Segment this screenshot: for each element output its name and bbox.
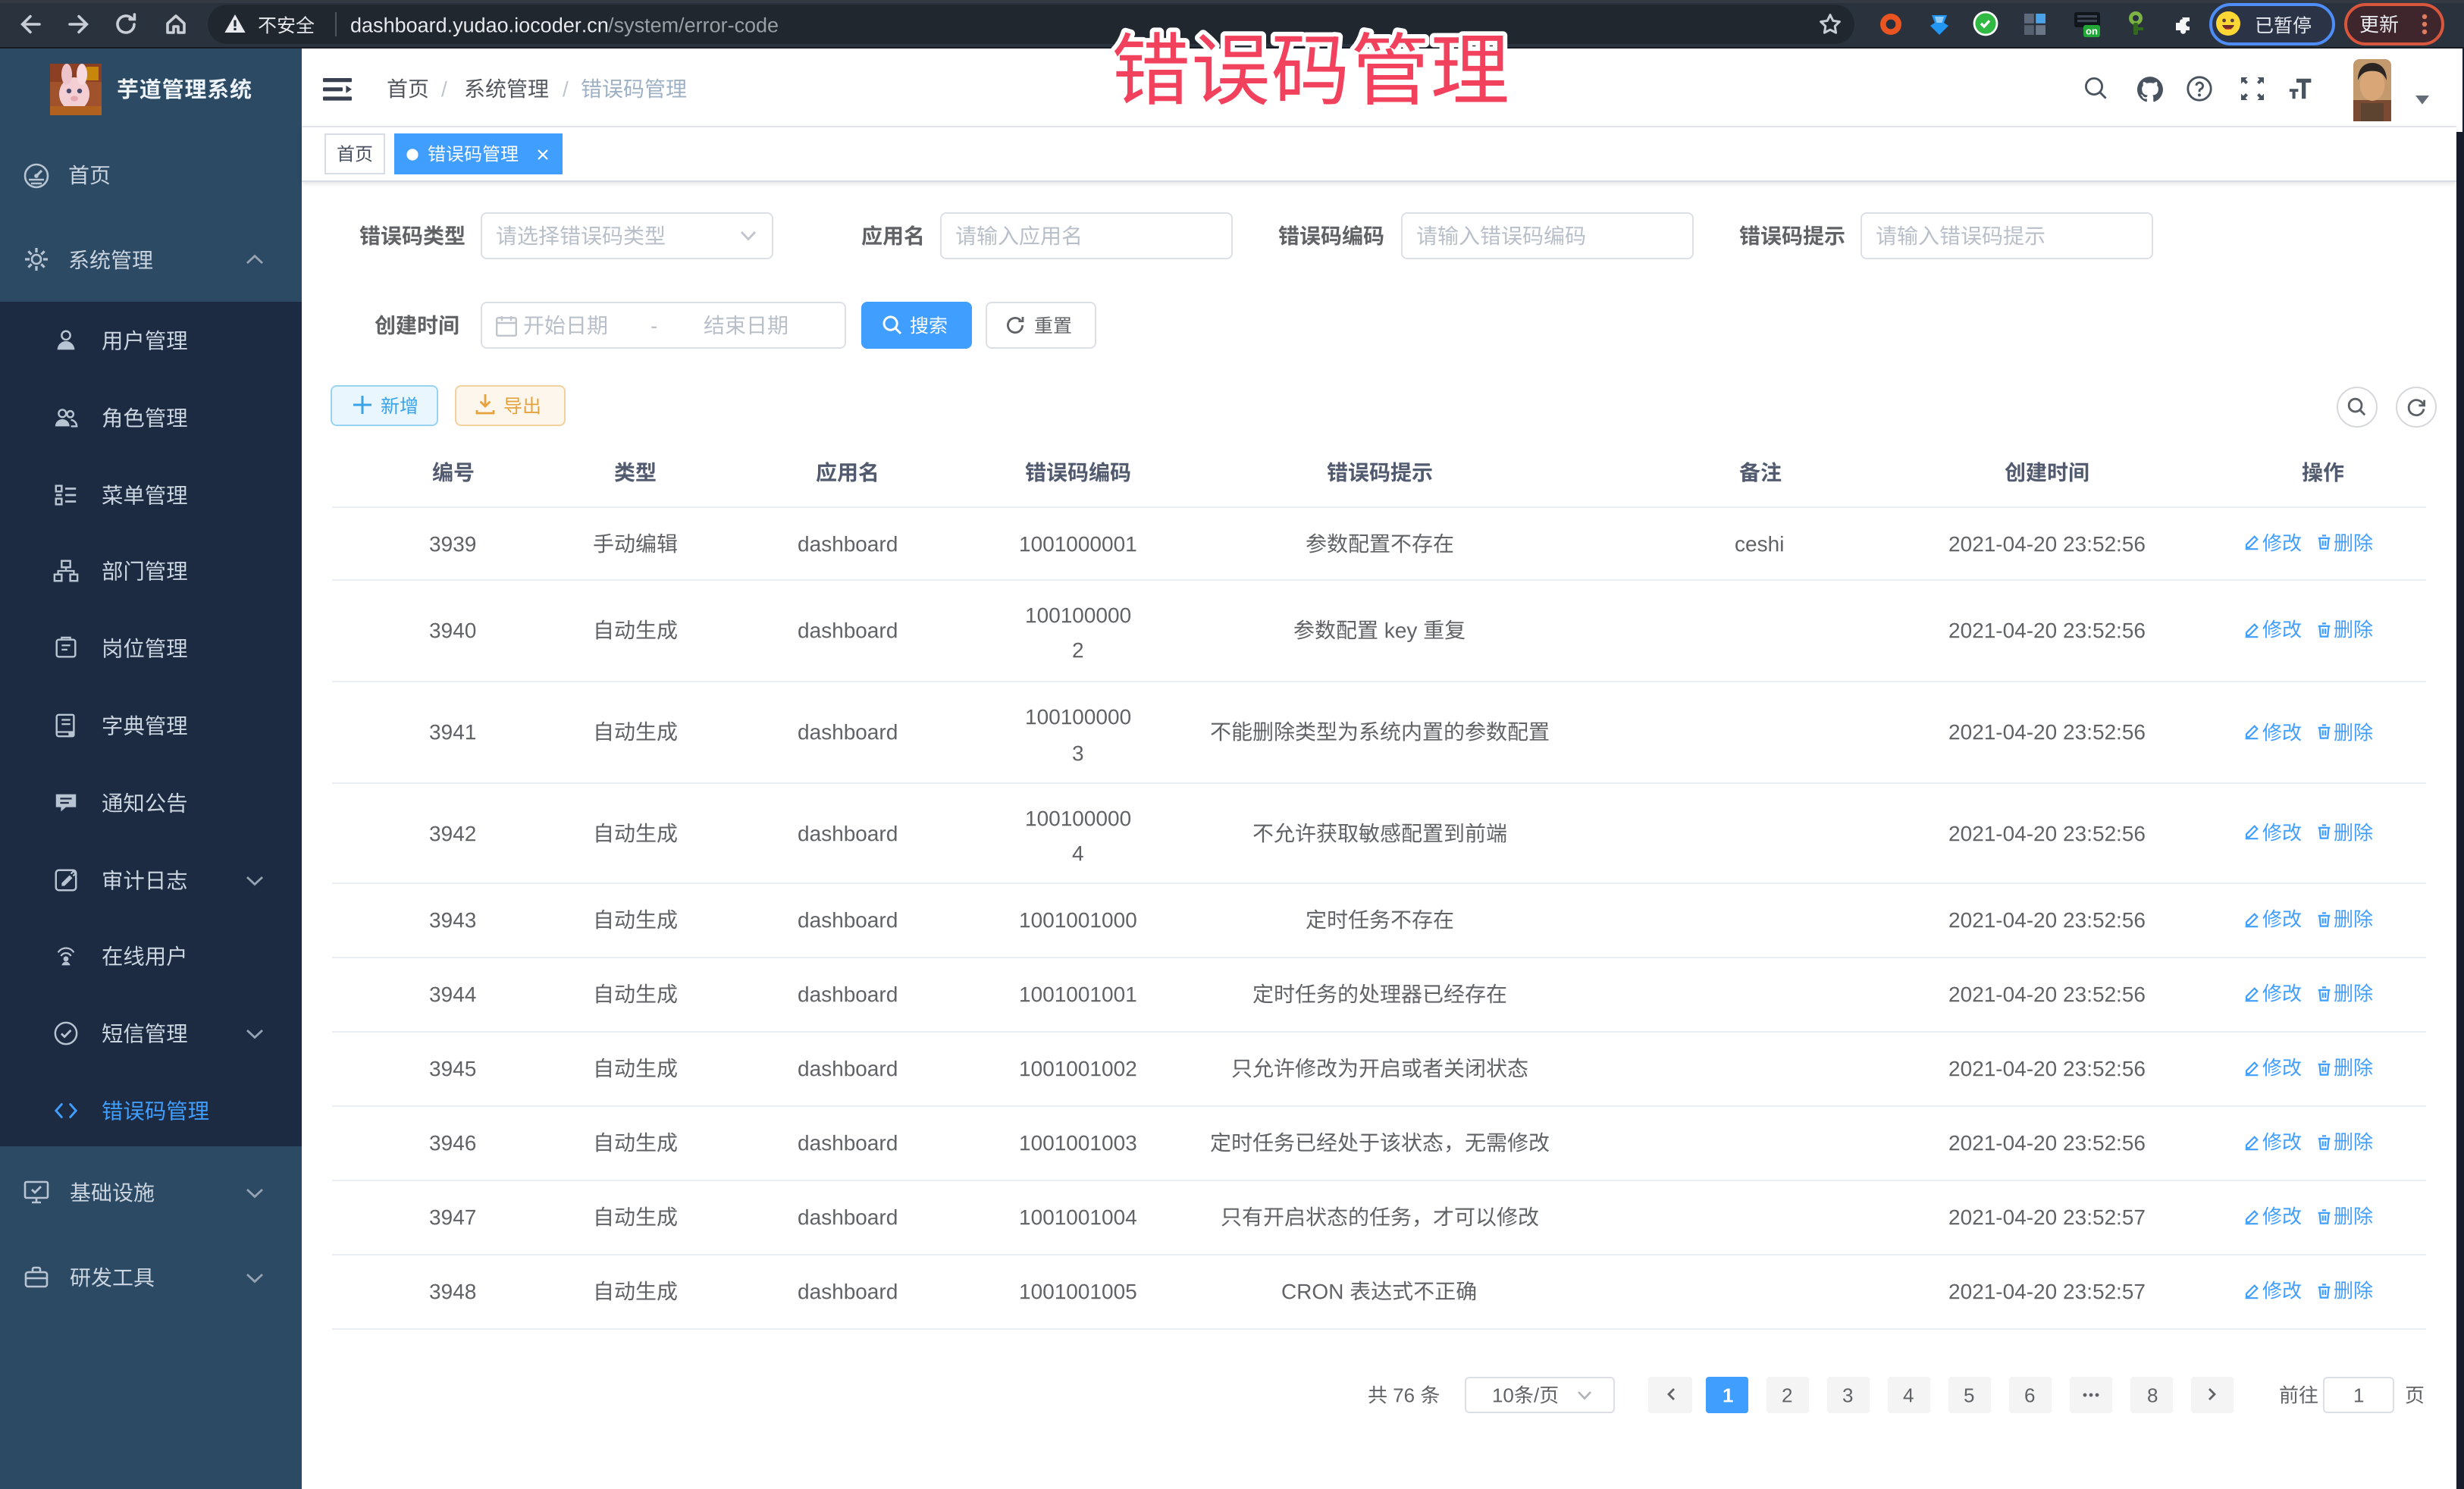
svg-text:on: on — [2086, 26, 2098, 37]
